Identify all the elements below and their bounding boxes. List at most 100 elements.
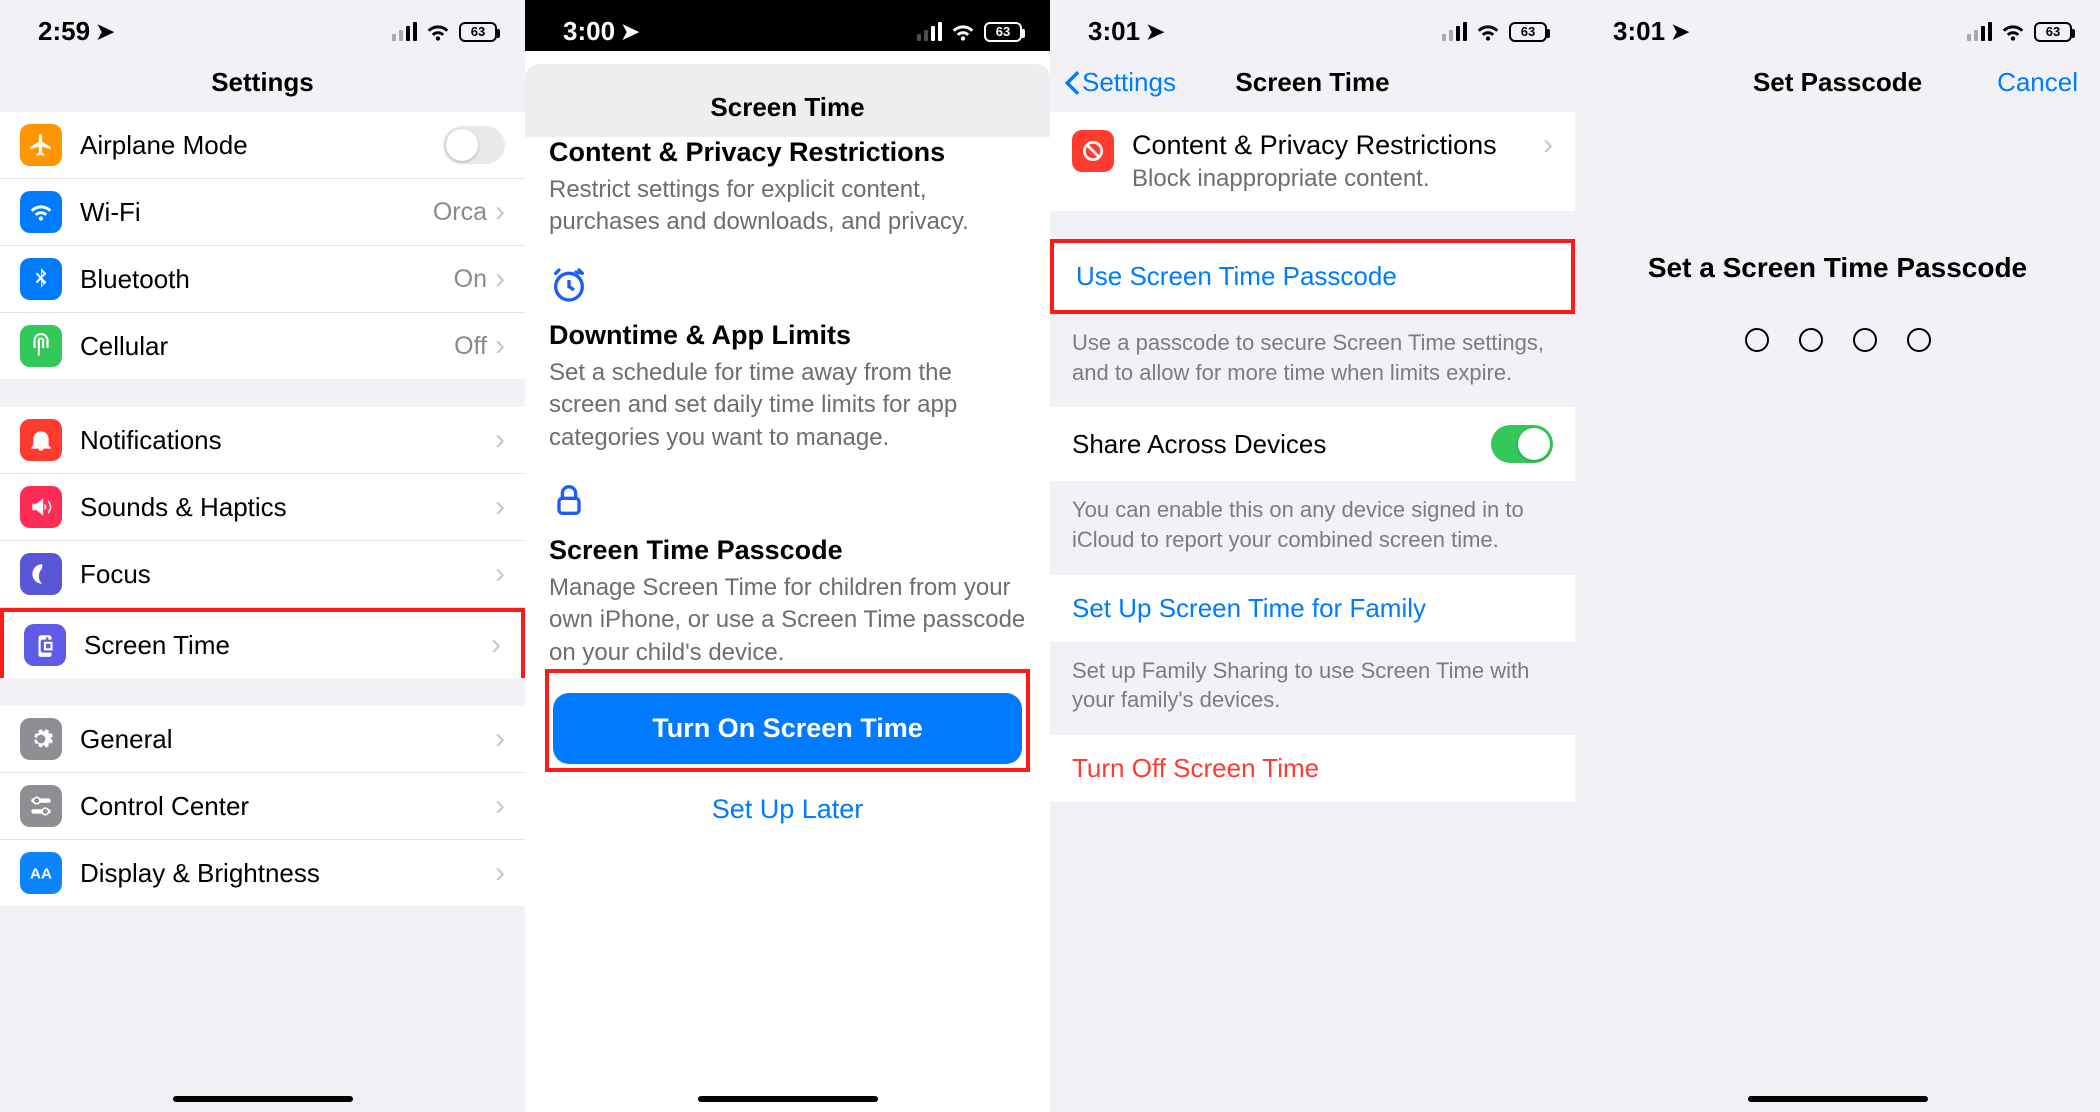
row-value: Off — [454, 332, 487, 361]
screen-time-icon — [24, 624, 66, 666]
chevron-right-icon: › — [495, 492, 505, 522]
section-description: Restrict settings for explicit content, … — [549, 174, 1026, 239]
battery-pct: 63 — [1521, 24, 1535, 39]
row-control-center[interactable]: Control Center › — [0, 773, 525, 840]
status-bar: 2:59 ➤ 63 — [0, 0, 525, 51]
share-note: You can enable this on any device signed… — [1050, 481, 1575, 574]
turn-off-screen-time-button[interactable]: Turn Off Screen Time — [1050, 735, 1575, 802]
section-passcode: Screen Time Passcode Manage Screen Time … — [549, 535, 1026, 669]
location-arrow-icon: ➤ — [621, 19, 639, 45]
chevron-right-icon: › — [495, 559, 505, 589]
home-indicator[interactable] — [698, 1096, 878, 1102]
status-bar: 3:00 ➤ 63 — [525, 0, 1050, 51]
status-bar: 3:01 ➤ 63 — [1575, 0, 2100, 51]
set-up-later-link[interactable]: Set Up Later — [549, 772, 1026, 825]
family-note: Set up Family Sharing to use Screen Time… — [1050, 642, 1575, 735]
cancel-button[interactable]: Cancel — [1997, 67, 2078, 98]
row-screen-time[interactable]: Screen Time › — [0, 608, 525, 678]
wifi-settings-icon — [20, 191, 62, 233]
use-passcode-group: Use Screen Time Passcode — [1050, 239, 1575, 314]
row-sounds[interactable]: Sounds & Haptics › — [0, 474, 525, 541]
airplane-icon — [20, 124, 62, 166]
notifications-icon — [20, 419, 62, 461]
row-cellular[interactable]: Cellular Off › — [0, 313, 525, 379]
battery-pct: 63 — [2046, 24, 2060, 39]
wifi-icon — [425, 19, 451, 45]
chevron-right-icon: › — [495, 264, 505, 294]
bluetooth-icon — [20, 258, 62, 300]
status-time: 3:00 — [563, 16, 615, 47]
section-heading: Content & Privacy Restrictions — [549, 137, 1026, 168]
location-arrow-icon: ➤ — [1146, 19, 1164, 45]
row-label: Airplane Mode — [80, 130, 443, 161]
row-general[interactable]: General › — [0, 706, 525, 773]
row-display-brightness[interactable]: AA Display & Brightness › — [0, 840, 525, 906]
row-label: Cellular — [80, 331, 454, 362]
section-heading: Screen Time Passcode — [549, 535, 1026, 566]
set-passcode-pane: 3:01 ➤ 63 Set Passcode Cancel Set a Scre… — [1575, 0, 2100, 1112]
section-downtime: Downtime & App Limits Set a schedule for… — [549, 320, 1026, 454]
row-label: Notifications — [80, 425, 495, 456]
use-passcode-note: Use a passcode to secure Screen Time set… — [1050, 314, 1575, 407]
no-symbol-icon — [1072, 130, 1114, 172]
navbar: Settings Screen Time — [1050, 51, 1575, 112]
status-time: 2:59 — [38, 16, 90, 47]
sounds-icon — [20, 486, 62, 528]
passcode-dot — [1853, 328, 1877, 352]
row-label: Bluetooth — [80, 264, 454, 295]
chevron-right-icon: › — [495, 197, 505, 227]
navbar: Set Passcode Cancel — [1575, 51, 2100, 112]
row-subtitle: Block inappropriate content. — [1132, 165, 1543, 193]
location-arrow-icon: ➤ — [1671, 19, 1689, 45]
status-bar: 3:01 ➤ 63 — [1050, 0, 1575, 51]
wifi-icon — [1475, 19, 1501, 45]
back-button[interactable]: Settings — [1064, 67, 1176, 98]
chevron-right-icon: › — [495, 791, 505, 821]
cellular-signal-icon — [917, 22, 942, 41]
row-share-across-devices[interactable]: Share Across Devices — [1050, 407, 1575, 481]
setup-family-button[interactable]: Set Up Screen Time for Family — [1050, 575, 1575, 642]
screen-time-onboarding-pane: 3:00 ➤ 63 Screen Time Content & Privacy … — [525, 0, 1050, 1112]
share-toggle[interactable] — [1491, 425, 1553, 463]
row-notifications[interactable]: Notifications › — [0, 407, 525, 474]
lock-icon — [549, 480, 1026, 525]
row-wifi[interactable]: Wi-Fi Orca › — [0, 179, 525, 246]
airplane-toggle[interactable] — [443, 126, 505, 164]
row-label: Set Up Screen Time for Family — [1072, 593, 1553, 624]
control-center-icon — [20, 785, 62, 827]
page-title: Set Passcode — [1753, 67, 1922, 97]
row-airplane-mode[interactable]: Airplane Mode — [0, 112, 525, 179]
passcode-dots — [1575, 328, 2100, 352]
row-content-privacy[interactable]: Content & Privacy Restrictions Block ina… — [1050, 112, 1575, 211]
row-label: Control Center — [80, 791, 495, 822]
sheet-title: Screen Time — [525, 64, 1050, 137]
turn-on-button-highlight: Turn On Screen Time — [545, 669, 1030, 772]
row-label: Focus — [80, 559, 495, 590]
downtime-icon — [549, 265, 1026, 310]
row-label: Sounds & Haptics — [80, 492, 495, 523]
status-time: 3:01 — [1613, 16, 1665, 47]
onboarding-sheet: Screen Time Content & Privacy Restrictio… — [525, 64, 1050, 1112]
passcode-dot — [1799, 328, 1823, 352]
settings-group-connectivity: Airplane Mode Wi-Fi Orca › Bluetooth On … — [0, 112, 525, 379]
cellular-signal-icon — [392, 22, 417, 41]
settings-group-alerts: Notifications › Sounds & Haptics › Focus… — [0, 407, 525, 678]
row-focus[interactable]: Focus › — [0, 541, 525, 608]
use-screen-time-passcode-button[interactable]: Use Screen Time Passcode — [1054, 243, 1571, 310]
row-label: Use Screen Time Passcode — [1076, 261, 1549, 292]
turn-on-screen-time-button[interactable]: Turn On Screen Time — [553, 693, 1022, 764]
cellular-signal-icon — [1442, 22, 1467, 41]
wifi-icon — [950, 19, 976, 45]
row-label: Screen Time — [84, 630, 491, 661]
home-indicator[interactable] — [1748, 1096, 1928, 1102]
status-time: 3:01 — [1088, 16, 1140, 47]
settings-group-system: General › Control Center › AA Display & … — [0, 706, 525, 906]
section-content-privacy: Content & Privacy Restrictions Restrict … — [549, 137, 1026, 239]
home-indicator[interactable] — [173, 1096, 353, 1102]
page-title: Settings — [0, 51, 525, 112]
chevron-right-icon: › — [495, 331, 505, 361]
back-label: Settings — [1082, 67, 1176, 98]
battery-icon: 63 — [459, 22, 497, 42]
cellular-icon — [20, 325, 62, 367]
row-bluetooth[interactable]: Bluetooth On › — [0, 246, 525, 313]
